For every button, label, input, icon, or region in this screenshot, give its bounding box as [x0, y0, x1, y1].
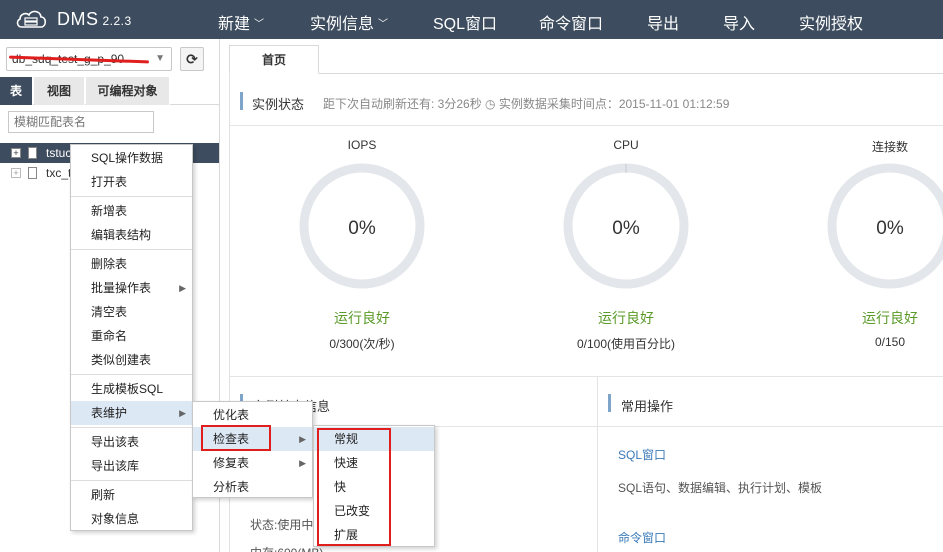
metric-connections: 连接数 0% 运行良好 0/150: [820, 138, 943, 358]
submenu-arrow-icon: ▶: [179, 283, 186, 293]
metric-name: CPU: [613, 138, 639, 152]
submenu-arrow-icon: ▶: [299, 434, 306, 444]
menu-item-create-like[interactable]: 类似创建表: [71, 348, 192, 372]
command-window-link[interactable]: 命令窗口: [618, 529, 666, 546]
object-tabs: 表 视图 可编程对象: [0, 77, 220, 105]
refresh-icon: ⟳: [186, 51, 198, 67]
divider: [230, 125, 943, 126]
expand-plus-icon[interactable]: +: [11, 148, 21, 158]
menu-item-sql-data[interactable]: SQL操作数据: [71, 146, 192, 170]
divider: [597, 376, 598, 552]
section-title: 实例状态: [252, 97, 305, 112]
expand-plus-icon[interactable]: +: [11, 168, 21, 178]
nav-command-window[interactable]: 命令窗口: [539, 10, 603, 34]
sql-window-desc: SQL语句、数据编辑、执行计划、模板: [618, 481, 823, 495]
menu-item-new-table[interactable]: 新增表: [71, 199, 192, 223]
table-file-icon: [28, 167, 37, 179]
menu-separator: [71, 480, 192, 481]
divider: [230, 376, 943, 377]
table-filter-input[interactable]: [8, 111, 154, 133]
annotation-highlight: [201, 425, 271, 451]
metric-cpu: CPU 0% 运行良好 0/100(使用百分比): [556, 138, 696, 358]
nav-import[interactable]: 导入: [723, 10, 755, 34]
menu-item-drop-table[interactable]: 删除表: [71, 252, 192, 276]
tab-views[interactable]: 视图: [34, 77, 85, 105]
cloud-logo-icon: [16, 10, 47, 28]
metric-value: 0%: [612, 218, 640, 239]
chevron-down-icon: ﹀: [254, 19, 265, 30]
nav-new[interactable]: 新建 ﹀: [218, 10, 264, 34]
nav-export[interactable]: 导出: [647, 10, 679, 34]
menu-item-repair[interactable]: 修复表 ▶: [193, 451, 312, 475]
metric-value: 0%: [348, 218, 376, 239]
refresh-countdown: 距下次自动刷新还有: 3分26秒 ◷ 实例数据采集时间点：2015-11-01 …: [323, 97, 730, 111]
nav-sql-window[interactable]: SQL窗口: [433, 10, 497, 34]
menu-separator: [71, 427, 192, 428]
menu-item-analyze[interactable]: 分析表: [193, 475, 312, 499]
metric-detail: 0/100(使用百分比): [576, 337, 676, 351]
menu-item-refresh[interactable]: 刷新: [71, 483, 192, 507]
section-title: 常用操作: [621, 399, 674, 414]
menu-item-template-sql[interactable]: 生成模板SQL: [71, 377, 192, 401]
nav-instance-info[interactable]: 实例信息 ﹀: [310, 10, 388, 34]
metric-name: IOPS: [347, 138, 377, 152]
submenu-arrow-icon: ▶: [299, 458, 306, 468]
top-navbar: DMS 2.2.3 新建 ﹀ 实例信息 ﹀ SQL窗口 命令窗口 导出 导入 实例授权: [0, 0, 943, 39]
menu-item-object-info[interactable]: 对象信息: [71, 507, 192, 531]
database-select[interactable]: db_sdq_test_g_p_90 ▼: [6, 47, 172, 71]
metric-status: 运行良好: [334, 310, 390, 326]
metric-detail: 0/300(次/秒): [329, 337, 395, 351]
section-marker: [608, 394, 611, 412]
submenu-arrow-icon: ▶: [179, 408, 186, 418]
table-context-menu: SQL操作数据 打开表 新增表 编辑表结构 删除表 批量操作表 ▶ 清空表 重命名…: [70, 144, 193, 531]
menu-separator: [71, 374, 192, 375]
chevron-down-icon: ▼: [155, 53, 165, 64]
metric-value: 0%: [876, 218, 904, 239]
metric-name: 连接数: [871, 140, 908, 154]
menu-item-export-db[interactable]: 导出该库: [71, 454, 192, 478]
menu-item-rename[interactable]: 重命名: [71, 324, 192, 348]
menu-separator: [71, 249, 192, 250]
nav-instance-auth[interactable]: 实例授权: [799, 10, 863, 34]
page-tabs: 首页: [229, 45, 943, 74]
info-status: 状态:使用中: [250, 518, 314, 532]
metric-status: 运行良好: [862, 310, 918, 326]
menu-separator: [71, 196, 192, 197]
menu-item-optimize[interactable]: 优化表: [193, 403, 312, 427]
tab-tables[interactable]: 表: [0, 77, 33, 105]
metric-iops: IOPS 0% 运行良好 0/300(次/秒): [292, 138, 432, 358]
metric-detail: 0/150: [874, 335, 906, 349]
chevron-down-icon: ﹀: [378, 19, 389, 30]
table-file-icon: [28, 147, 37, 159]
annotation-highlight: [317, 428, 391, 546]
tab-home[interactable]: 首页: [229, 45, 319, 74]
tab-programmable[interactable]: 可编程对象: [86, 77, 170, 105]
menu-item-batch-ops[interactable]: 批量操作表 ▶: [71, 276, 192, 300]
sql-window-link[interactable]: SQL窗口: [618, 446, 666, 463]
menu-item-export-table[interactable]: 导出该表: [71, 430, 192, 454]
menu-item-edit-structure[interactable]: 编辑表结构: [71, 223, 192, 247]
section-marker: [240, 92, 243, 110]
app-brand: DMS 2.2.3: [57, 9, 132, 29]
refresh-button[interactable]: ⟳: [180, 47, 204, 71]
menu-item-table-maintenance[interactable]: 表维护 ▶: [71, 401, 192, 425]
metric-status: 运行良好: [598, 310, 654, 326]
menu-item-truncate[interactable]: 清空表: [71, 300, 192, 324]
menu-item-open-table[interactable]: 打开表: [71, 170, 192, 194]
